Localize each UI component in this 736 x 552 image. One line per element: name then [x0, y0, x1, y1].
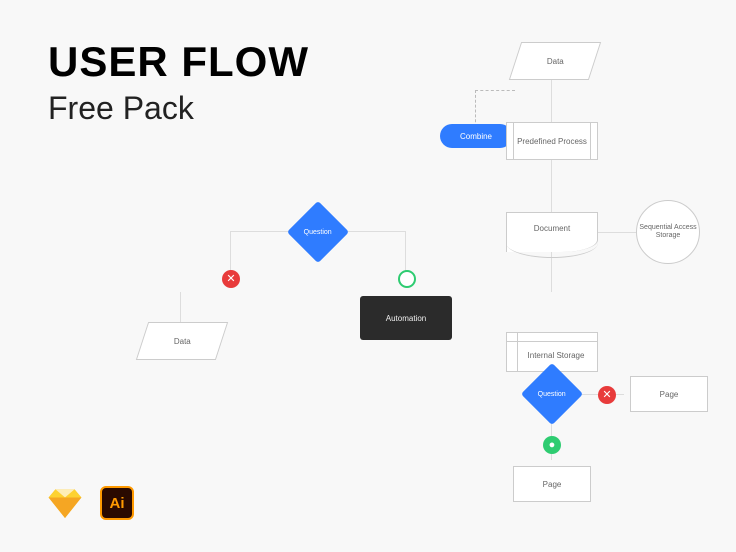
node-automation: Automation	[360, 296, 452, 340]
label: Internal Storage	[528, 351, 585, 360]
label: Document	[534, 224, 570, 233]
label: Automation	[386, 314, 426, 323]
connector	[180, 292, 181, 326]
title-sub: Free Pack	[48, 90, 309, 127]
node-combine: Combine	[440, 124, 512, 148]
node-predefined-process: Predefined Process	[506, 122, 598, 160]
node-sequential-storage: Sequential Access Storage	[636, 200, 700, 264]
node-document: Document	[506, 212, 598, 252]
connector	[551, 252, 552, 292]
node-page-1: Page	[630, 376, 708, 412]
title-main: USER FLOW	[48, 38, 309, 86]
yes-ring-icon	[398, 270, 416, 288]
no-icon: ✕	[598, 386, 616, 404]
footer-icons: Ai	[48, 486, 134, 520]
connector-dashed	[475, 90, 515, 91]
sketch-icon	[48, 488, 82, 518]
label: Ai	[110, 495, 125, 512]
label: Data	[547, 57, 564, 66]
label: Combine	[460, 132, 492, 141]
node-data-left: Data	[136, 322, 228, 360]
connector	[405, 231, 406, 275]
connector	[598, 232, 640, 233]
no-icon: ✕	[222, 270, 240, 288]
yes-icon: ●	[543, 436, 561, 454]
node-question-1: Question	[287, 201, 349, 263]
connector	[551, 78, 552, 124]
connector	[551, 160, 552, 212]
illustrator-icon: Ai	[100, 486, 134, 520]
title-block: USER FLOW Free Pack	[48, 38, 309, 127]
label: Sequential Access Storage	[637, 224, 699, 241]
connector	[230, 231, 231, 275]
label: Page	[660, 390, 679, 399]
node-question-2: Question	[521, 363, 583, 425]
label: Question	[304, 229, 332, 236]
label: Predefined Process	[517, 137, 587, 146]
label: Data	[174, 337, 191, 346]
label: Page	[543, 480, 562, 489]
node-page-2: Page	[513, 466, 591, 502]
node-data-top: Data	[509, 42, 601, 80]
label: Question	[538, 391, 566, 398]
